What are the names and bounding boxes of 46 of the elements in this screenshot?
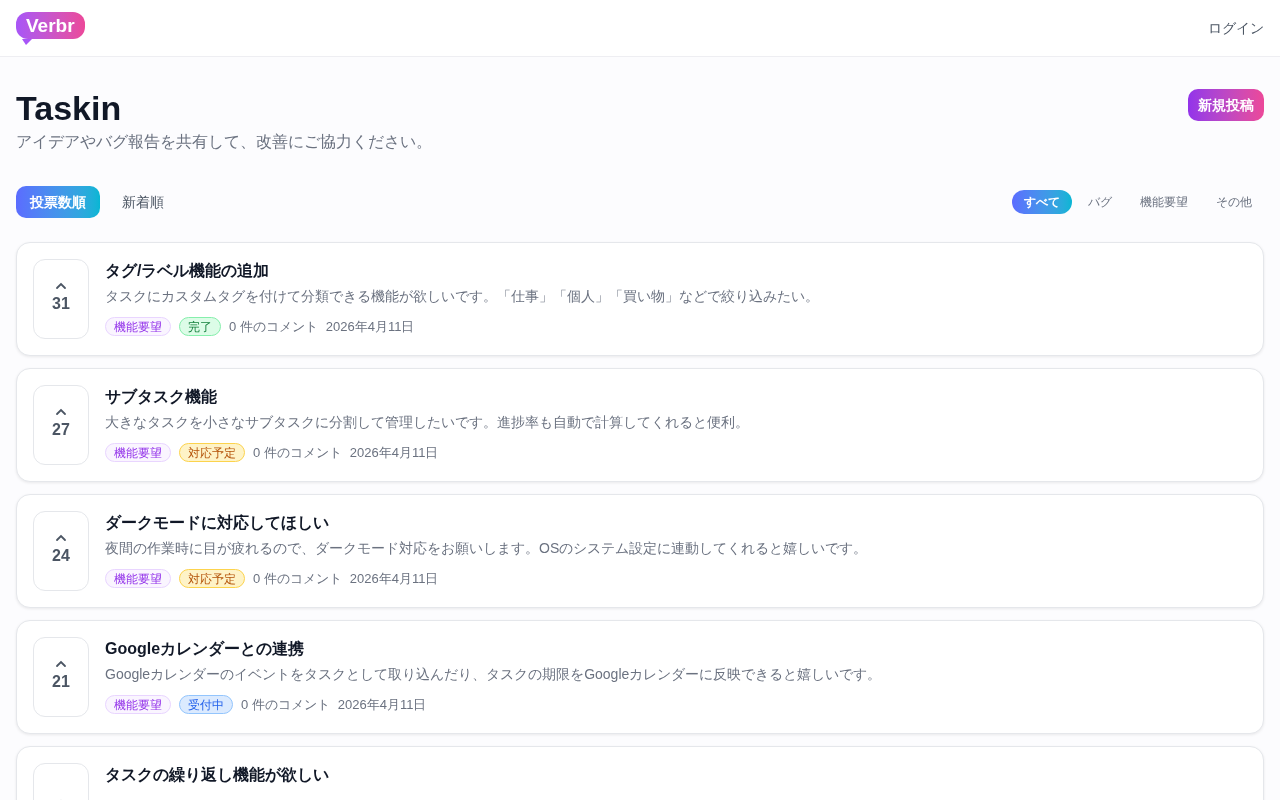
post-date: 2026年4月11日 bbox=[325, 318, 415, 336]
page-subtitle: アイデアやバグ報告を共有して、改善にご協力ください。 bbox=[16, 132, 432, 152]
status-badge: 機能要望 bbox=[105, 569, 171, 589]
chevron-up-icon bbox=[55, 408, 67, 416]
post-title: サブタスク機能 bbox=[105, 387, 218, 407]
chevron-up-icon bbox=[55, 282, 67, 290]
status-badge: 機能要望 bbox=[105, 443, 171, 463]
status-badge: 機能要望 bbox=[105, 695, 171, 715]
post-date: 2026年4月11日 bbox=[337, 696, 427, 714]
vote-button[interactable]: 31 bbox=[33, 259, 89, 339]
post-title: Googleカレンダーとの連携 bbox=[105, 639, 306, 659]
login-link[interactable]: ログイン bbox=[1208, 17, 1264, 39]
comment-count: 0 件のコメント bbox=[241, 696, 330, 714]
status-badge: 受付中 bbox=[179, 695, 233, 715]
post-description: 夜間の作業時に目が疲れるので、ダークモード対応をお願いします。OSのシステム設定に連動してくれると嬉しいです。 bbox=[105, 539, 868, 558]
post-date: 2026年4月11日 bbox=[349, 570, 439, 588]
chevron-up-icon bbox=[55, 534, 67, 542]
post-description: 大きなタスクを小さなサブタスクに分割して管理したいです。進捗率も自動で計算してくれると便利。 bbox=[105, 413, 749, 432]
post-title: タスクの繰り返し機能が欲しい bbox=[105, 765, 329, 785]
post-description: Googleカレンダーのイベントをタスクとして取り込んだり、タスクの期限をGoogleカレンダーに反映できると嬉しいです。 bbox=[105, 665, 882, 684]
post-card[interactable]: タスクの繰り返し機能が欲しい bbox=[16, 746, 1264, 800]
comment-count: 0 件のコメント bbox=[229, 318, 318, 336]
post-description: タスクにカスタムタグを付けて分類できる機能が欲しいです。「仕事」「個人」「買い物」などで絞り込みたい。 bbox=[105, 287, 819, 306]
new-post-button[interactable]: 新規投稿 bbox=[1188, 89, 1264, 121]
filter-tab[interactable]: 機能要望 bbox=[1128, 190, 1200, 214]
page-title: Taskin bbox=[16, 88, 123, 128]
filter-tab[interactable]: その他 bbox=[1204, 190, 1264, 214]
comment-count: 0 件のコメント bbox=[253, 444, 342, 462]
vote-button[interactable]: 21 bbox=[33, 637, 89, 717]
status-badge: 完了 bbox=[179, 317, 221, 337]
status-badge: 機能要望 bbox=[105, 317, 171, 337]
post-card[interactable]: 24 ダークモードに対応してほしい 夜間の作業時に目が疲れるので、ダークモード対応をお願いします。OSのシステム設定に連動してくれると嬉しいです。 機能要望 対応予定 0 件のコメント 2026年4月11日 bbox=[16, 494, 1264, 608]
post-card[interactable]: 21 Googleカレンダーとの連携 Googleカレンダーのイベントをタスクとして取り込んだり、タスクの期限をGoogleカレンダーに反映できると嬉しいです。 機能要望 受付中 0 件のコメント 2026年4月11日 bbox=[16, 620, 1264, 734]
status-badge: 対応予定 bbox=[179, 569, 245, 589]
post-card[interactable]: 31 タグ/ラベル機能の追加 タスクにカスタムタグを付けて分類できる機能が欲しいです。「仕事」「個人」「買い物」などで絞り込みたい。 機能要望 完了 0 件のコメント 2026年4月11日 bbox=[16, 242, 1264, 356]
vote-button[interactable]: 24 bbox=[33, 511, 89, 591]
vote-button[interactable]: 27 bbox=[33, 385, 89, 465]
sort-tab[interactable]: 新着順 bbox=[108, 186, 178, 218]
filter-tab[interactable]: バグ bbox=[1076, 190, 1124, 214]
post-title: タグ/ラベル機能の追加 bbox=[105, 261, 271, 281]
post-title: ダークモードに対応してほしい bbox=[105, 513, 330, 533]
chevron-up-icon bbox=[55, 660, 67, 668]
comment-count: 0 件のコメント bbox=[253, 570, 342, 588]
post-date: 2026年4月11日 bbox=[349, 444, 439, 462]
post-card[interactable]: 27 サブタスク機能 大きなタスクを小さなサブタスクに分割して管理したいです。進捗率も自動で計算してくれると便利。 機能要望 対応予定 0 件のコメント 2026年4月11日 bbox=[16, 368, 1264, 482]
status-badge: 対応予定 bbox=[179, 443, 245, 463]
